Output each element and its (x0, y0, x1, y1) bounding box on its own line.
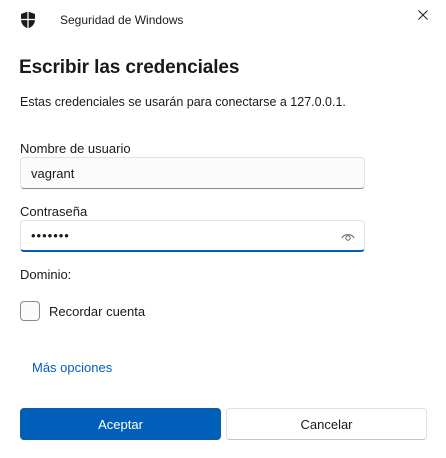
remember-account-checkbox[interactable]: Recordar cuenta (20, 301, 145, 321)
dialog-subtitle: Estas credenciales se usarán para conect… (20, 95, 346, 109)
accept-button[interactable]: Aceptar (20, 408, 221, 440)
close-button[interactable] (400, 0, 446, 30)
close-icon (418, 10, 428, 20)
app-title: Seguridad de Windows (60, 13, 184, 27)
username-label: Nombre de usuario (20, 141, 131, 156)
remember-account-label: Recordar cuenta (49, 303, 146, 319)
reveal-password-button[interactable] (338, 230, 358, 244)
password-field[interactable] (20, 220, 365, 252)
cancel-button[interactable]: Cancelar (226, 408, 427, 440)
password-label: Contraseña (20, 204, 88, 219)
eye-icon (341, 234, 355, 241)
checkbox-box[interactable] (20, 301, 40, 321)
shield-icon (20, 11, 36, 29)
title-bar: Seguridad de Windows (0, 0, 446, 40)
dialog-heading: Escribir las credenciales (19, 57, 240, 78)
more-options-link[interactable]: Más opciones (32, 360, 112, 375)
username-field[interactable] (20, 157, 365, 189)
domain-label: Dominio: (20, 267, 72, 282)
